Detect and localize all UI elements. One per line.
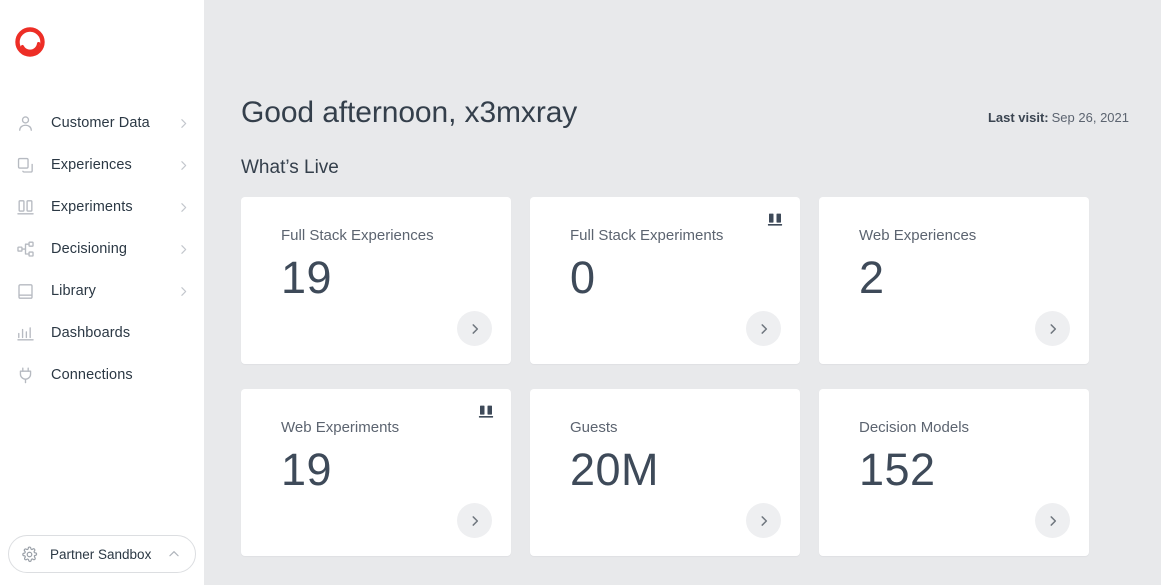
bar-chart-icon xyxy=(14,322,36,344)
metric-card-guests[interactable]: Guests 20M xyxy=(530,389,800,556)
sidebar-nav: Customer Data Experiences Experiments De… xyxy=(0,86,204,396)
chevron-right-icon xyxy=(177,201,190,214)
chevron-right-icon xyxy=(177,243,190,256)
sidebar-item-label: Library xyxy=(51,283,97,299)
chevron-up-icon xyxy=(167,547,181,561)
metric-card-label: Guests xyxy=(570,419,618,436)
sidebar-item-dashboards[interactable]: Dashboards xyxy=(0,312,204,354)
sidebar-item-experiments[interactable]: Experiments xyxy=(0,186,204,228)
metric-card-label: Web Experiments xyxy=(281,419,400,436)
person-icon xyxy=(14,112,36,134)
metric-card-value: 19 xyxy=(281,444,333,495)
sidebar-item-decisioning[interactable]: Decisioning xyxy=(0,228,204,270)
sidebar-item-label: Decisioning xyxy=(51,241,128,257)
metric-card-value: 20M xyxy=(570,444,660,495)
metric-card-go-button[interactable] xyxy=(746,503,781,538)
chevron-right-icon xyxy=(177,117,190,130)
section-title: What’s Live xyxy=(241,157,339,178)
metric-card-value: 19 xyxy=(281,252,333,303)
metric-card-full-stack-experiences[interactable]: Full Stack Experiences 19 xyxy=(241,197,511,364)
sidebar-item-connections[interactable]: Connections xyxy=(0,354,204,396)
sidebar-item-experiences[interactable]: Experiences xyxy=(0,144,204,186)
chevron-right-icon xyxy=(177,159,190,172)
sidebar-item-label: Dashboards xyxy=(51,325,131,341)
optimizely-logo-icon xyxy=(15,27,45,57)
page-header: Good afternoon, x3mxray Last visit: Sep 2… xyxy=(241,0,1129,129)
beakers-icon xyxy=(766,211,784,229)
beakers-icon xyxy=(14,196,36,218)
gear-icon xyxy=(21,546,38,563)
beakers-icon xyxy=(477,403,495,421)
metric-card-label: Full Stack Experiences xyxy=(281,227,434,244)
chevron-right-icon xyxy=(177,285,190,298)
org-switcher-label: Partner Sandbox xyxy=(50,546,152,562)
metric-card-value: 0 xyxy=(570,252,596,303)
metric-card-label: Web Experiences xyxy=(859,227,977,244)
plug-icon xyxy=(14,364,36,386)
last-visit-value: Sep 26, 2021 xyxy=(1051,110,1129,125)
metric-card-label: Full Stack Experiments xyxy=(570,227,724,244)
metric-card-web-experiences[interactable]: Web Experiences 2 xyxy=(819,197,1089,364)
book-icon xyxy=(14,280,36,302)
sidebar: Customer Data Experiences Experiments De… xyxy=(0,0,204,585)
metric-card-web-experiments[interactable]: Web Experiments 19 xyxy=(241,389,511,556)
metric-card-go-button[interactable] xyxy=(746,311,781,346)
whats-live-cards: Full Stack Experiences 19 Full Stack Exp… xyxy=(241,197,1129,556)
metric-card-full-stack-experiments[interactable]: Full Stack Experiments 0 xyxy=(530,197,800,364)
node-tree-icon xyxy=(14,238,36,260)
metric-card-value: 2 xyxy=(859,252,885,303)
metric-card-value: 152 xyxy=(859,444,936,495)
sidebar-item-label: Customer Data xyxy=(51,115,150,131)
page-title: Good afternoon, x3mxray xyxy=(241,96,578,129)
metric-card-go-button[interactable] xyxy=(1035,311,1070,346)
sidebar-footer: Partner Sandbox xyxy=(0,535,204,585)
layers-icon xyxy=(14,154,36,176)
sidebar-item-label: Experiences xyxy=(51,157,132,173)
metric-card-go-button[interactable] xyxy=(457,503,492,538)
metric-card-decision-models[interactable]: Decision Models 152 xyxy=(819,389,1089,556)
metric-card-go-button[interactable] xyxy=(1035,503,1070,538)
sidebar-item-library[interactable]: Library xyxy=(0,270,204,312)
org-switcher-button[interactable]: Partner Sandbox xyxy=(8,535,196,573)
sidebar-item-label: Experiments xyxy=(51,199,133,215)
main-content: Good afternoon, x3mxray Last visit: Sep 2… xyxy=(204,0,1161,585)
metric-card-label: Decision Models xyxy=(859,419,970,436)
sidebar-item-customer-data[interactable]: Customer Data xyxy=(0,102,204,144)
logo-container[interactable] xyxy=(0,0,204,86)
last-visit-label: Last visit: xyxy=(987,110,1049,125)
metric-card-go-button[interactable] xyxy=(457,311,492,346)
sidebar-item-label: Connections xyxy=(51,367,133,383)
last-visit: Last visit: Sep 26, 2021 xyxy=(988,110,1129,125)
